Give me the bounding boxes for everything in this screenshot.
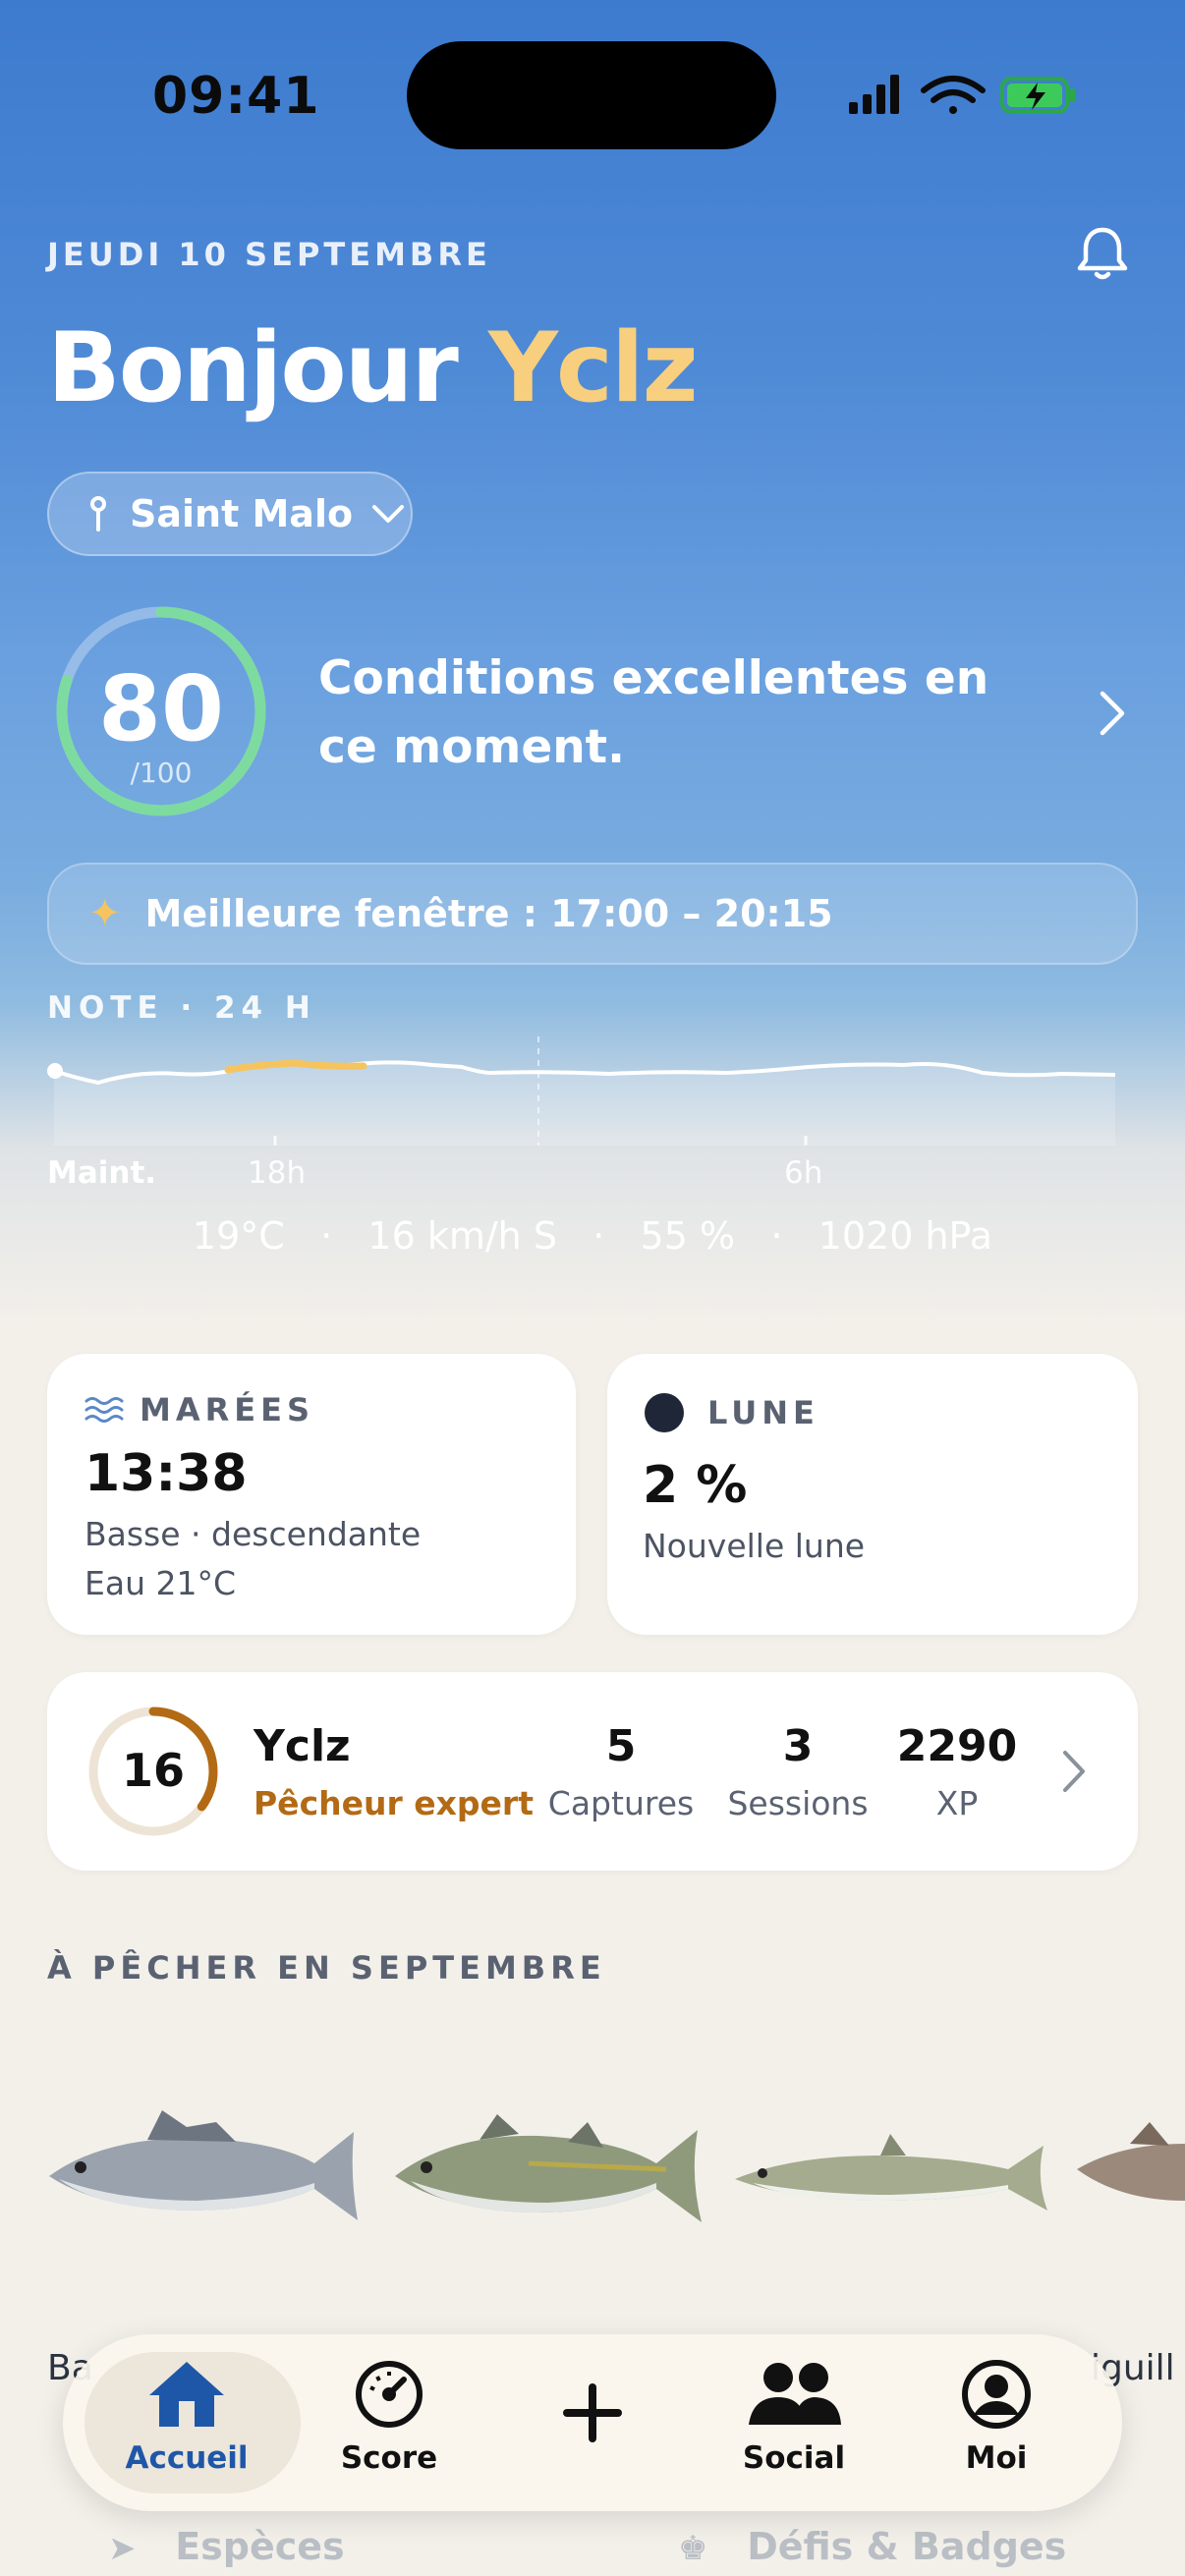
score-denominator: /100 bbox=[130, 756, 193, 789]
new-moon-icon bbox=[645, 1393, 684, 1432]
chart-now-dot bbox=[47, 1063, 63, 1079]
greeting-title: Bonjour Yclz bbox=[47, 312, 699, 424]
fish-icon: ➤ bbox=[108, 2529, 137, 2568]
stat-xp-value: 2290 bbox=[896, 1721, 1018, 1771]
weather-summary: 19°C · 16 km/h S · 55 % · 1020 hPa bbox=[192, 1214, 993, 1258]
chevron-right-icon[interactable] bbox=[1059, 1747, 1089, 1796]
status-icons bbox=[849, 75, 1075, 114]
best-window-label: Meilleure fenêtre : 17:00 – 20:15 bbox=[144, 892, 833, 935]
plus-icon bbox=[563, 2383, 622, 2442]
tab-social[interactable]: Social bbox=[696, 2358, 892, 2476]
profile-icon bbox=[962, 2360, 1031, 2429]
profile-rank: Pêcheur expert bbox=[254, 1784, 534, 1822]
fish-sand-smelt-image[interactable] bbox=[723, 2053, 1057, 2289]
wind: 16 km/h S bbox=[367, 1214, 557, 1258]
greeting-user-name: Yclz bbox=[487, 312, 699, 424]
moon-phase: Nouvelle lune bbox=[643, 1527, 866, 1565]
location-selector[interactable]: Saint Malo bbox=[47, 472, 413, 556]
pressure: 1020 hPa bbox=[818, 1214, 993, 1258]
tab-label: Score bbox=[340, 2440, 438, 2476]
battery-icon bbox=[1000, 77, 1075, 114]
fish-mackerel-image[interactable] bbox=[381, 2053, 715, 2289]
profile-name: Yclz bbox=[254, 1721, 351, 1771]
tides-card[interactable]: MARÉES 13:38 Basse · descendante Eau 21°… bbox=[47, 1354, 576, 1635]
date-label: JEUDI 10 SEPTEMBRE bbox=[47, 236, 491, 273]
tab-label: Moi bbox=[965, 2440, 1028, 2476]
tab-score[interactable]: Score bbox=[291, 2358, 487, 2476]
dynamic-island bbox=[407, 41, 776, 149]
behind-tab-especes: ➤ Espèces bbox=[108, 2525, 345, 2568]
tick-label-18h: 18h bbox=[248, 1155, 307, 1191]
tide-state: Basse · descendante bbox=[85, 1515, 422, 1553]
temperature: 19°C bbox=[192, 1214, 285, 1258]
pin-icon bbox=[90, 496, 106, 532]
level-number: 16 bbox=[121, 1744, 185, 1797]
sparkle-icon: ✦ bbox=[88, 891, 122, 936]
tick-label-now: Maint. bbox=[47, 1155, 157, 1191]
water-temperature: Eau 21°C bbox=[85, 1564, 237, 1602]
behind-tab-defis: ♚ Défis & Badges bbox=[678, 2525, 1067, 2568]
humidity: 55 % bbox=[640, 1214, 736, 1258]
tick-label-6h: 6h bbox=[784, 1155, 823, 1191]
tab-label: Social bbox=[742, 2440, 846, 2476]
gauge-icon bbox=[356, 2361, 423, 2428]
fish-partial-image[interactable] bbox=[1071, 2053, 1185, 2289]
conditions-message[interactable]: Conditions excellentes en ce moment. bbox=[318, 644, 1026, 782]
score-value: 80 bbox=[97, 656, 225, 761]
moon-card[interactable]: LUNE 2 % Nouvelle lune bbox=[607, 1354, 1138, 1635]
tab-add[interactable] bbox=[494, 2381, 691, 2444]
season-title: À PÊCHER EN SEPTEMBRE bbox=[47, 1949, 606, 1987]
trophy-icon: ♚ bbox=[678, 2529, 708, 2568]
home-icon bbox=[149, 2362, 224, 2427]
people-icon bbox=[749, 2363, 841, 2425]
waves-icon bbox=[85, 1397, 124, 1423]
stat-sessions-value: 3 bbox=[782, 1721, 814, 1771]
fish-sea-bass-image[interactable] bbox=[39, 2053, 373, 2289]
chevron-right-icon[interactable] bbox=[1093, 686, 1132, 741]
tab-accueil[interactable]: Accueil bbox=[88, 2358, 285, 2476]
stat-xp-label: XP bbox=[935, 1784, 979, 1822]
best-window-banner: ✦ Meilleure fenêtre : 17:00 – 20:15 bbox=[47, 863, 1138, 965]
stat-captures-label: Captures bbox=[547, 1784, 695, 1822]
signal-icon bbox=[849, 75, 899, 114]
wifi-icon bbox=[921, 76, 986, 114]
location-name: Saint Malo bbox=[130, 492, 354, 535]
moon-illumination: 2 % bbox=[643, 1456, 748, 1515]
stat-captures-value: 5 bbox=[605, 1721, 637, 1771]
note-24h-chart bbox=[47, 1036, 1116, 1146]
tab-label: Accueil bbox=[125, 2440, 249, 2476]
tab-moi[interactable]: Moi bbox=[898, 2358, 1095, 2476]
greeting-text: Bonjour bbox=[47, 312, 459, 424]
bell-icon[interactable] bbox=[1071, 222, 1134, 285]
note-chart-title: NOTE · 24 H bbox=[47, 990, 316, 1026]
status-time: 09:41 bbox=[152, 67, 320, 126]
tide-time: 13:38 bbox=[85, 1444, 248, 1503]
tides-label: MARÉES bbox=[140, 1391, 315, 1428]
chevron-down-icon bbox=[372, 505, 405, 523]
moon-label: LUNE bbox=[707, 1394, 819, 1431]
